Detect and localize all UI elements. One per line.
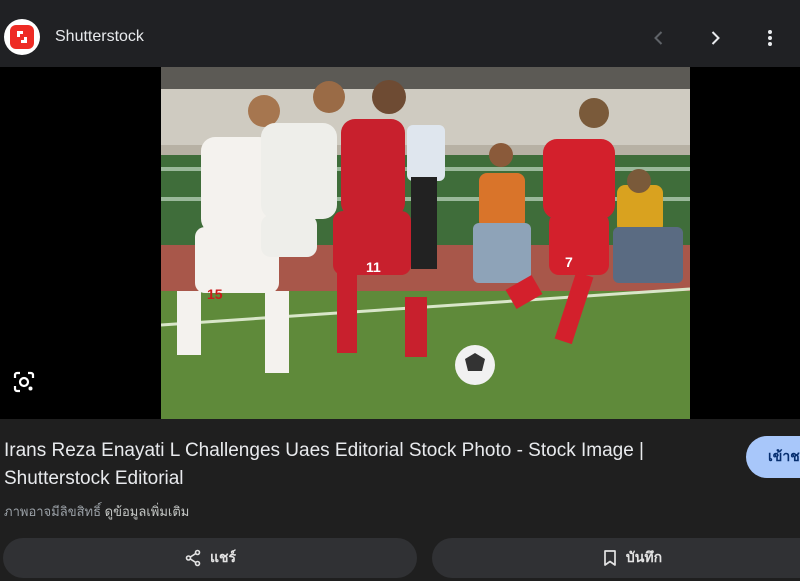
bookmark-icon [604, 550, 616, 566]
visit-button[interactable]: เข้าช [746, 436, 800, 478]
chevron-right-icon[interactable] [701, 24, 729, 52]
share-icon [185, 549, 201, 567]
site-name[interactable]: Shutterstock [55, 28, 144, 46]
google-lens-icon[interactable] [9, 367, 39, 397]
more-info-link[interactable]: ดูข้อมูลเพิ่มเติม [105, 504, 190, 519]
share-button[interactable]: แชร์ [3, 538, 417, 578]
copyright-notice: ภาพอาจมีลิขสิทธิ์ ดูข้อมูลเพิ่มเติม [4, 501, 189, 522]
more-vert-icon[interactable] [756, 24, 784, 52]
share-button-label: แชร์ [209, 549, 237, 565]
visit-button-label: เข้าช [768, 448, 800, 464]
save-button-label: บันทึก [625, 549, 663, 565]
svg-text:11: 11 [366, 259, 381, 275]
result-title[interactable]: Irans Reza Enayati L Challenges Uaes Edi… [4, 437, 719, 493]
svg-text:7: 7 [565, 254, 573, 270]
svg-text:15: 15 [207, 286, 223, 302]
image-viewer: 15 11 7 [0, 67, 800, 419]
chevron-left-icon[interactable] [645, 24, 673, 52]
shutterstock-logo-icon[interactable] [4, 19, 40, 55]
save-button[interactable]: บันทึก [432, 538, 800, 578]
top-bar: Shutterstock [0, 0, 800, 67]
copyright-text: ภาพอาจมีลิขสิทธิ์ [4, 504, 102, 519]
preview-image[interactable]: 15 11 7 [161, 67, 690, 419]
